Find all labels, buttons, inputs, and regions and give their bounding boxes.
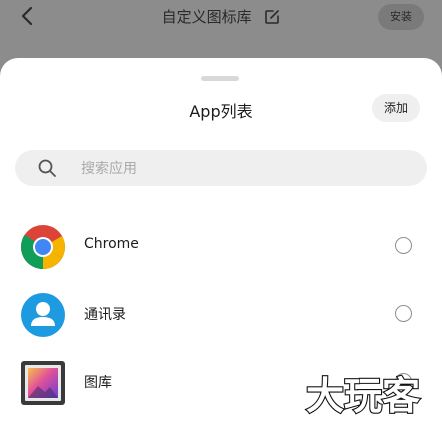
screen: 自定义图标库 安装 App列表 添加 搜索应用 Chrome 通讯录 图库 大玩…: [0, 0, 442, 425]
contacts-icon: [20, 292, 66, 338]
drag-handle[interactable]: [201, 76, 239, 81]
app-name: Chrome: [84, 236, 139, 252]
select-radio-contacts[interactable]: [395, 305, 412, 322]
chrome-icon: [20, 224, 66, 270]
watermark-text: 大玩客: [306, 374, 420, 416]
top-app-bar: 自定义图标库 安装: [0, 0, 442, 60]
app-name: 通讯录: [84, 307, 126, 323]
install-button[interactable]: 安装: [378, 4, 424, 30]
search-bar[interactable]: [15, 150, 427, 188]
edit-icon[interactable]: [264, 9, 280, 25]
app-list-sheet: App列表 添加 搜索应用 Chrome 通讯录 图库: [0, 58, 442, 425]
add-button[interactable]: 添加: [372, 94, 420, 122]
watermark: 大玩客: [304, 372, 432, 419]
page-title-text: 自定义图标库: [161, 8, 252, 26]
list-item-chrome[interactable]: Chrome: [0, 212, 442, 280]
app-name: 图库: [84, 375, 112, 391]
select-radio-chrome[interactable]: [395, 237, 412, 254]
page-title: 自定义图标库: [0, 6, 442, 27]
gallery-icon: [20, 360, 66, 406]
search-input[interactable]: [79, 150, 413, 188]
search-icon: [37, 158, 57, 178]
list-item-contacts[interactable]: 通讯录: [0, 280, 442, 348]
